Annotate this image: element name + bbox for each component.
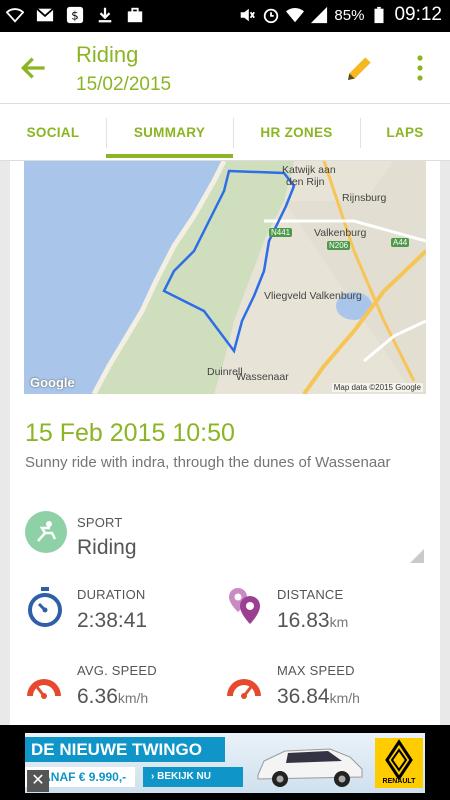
max-speed-number: 36.84: [277, 685, 330, 708]
svg-text:$: $: [71, 9, 78, 23]
activity-description: Sunny ride with indra, through the dunes…: [25, 454, 391, 471]
selected-tab-indicator: [106, 154, 233, 158]
map-place-label: Vliegveld Valkenburg: [264, 290, 362, 302]
avg-speed-label: AVG. SPEED: [77, 663, 157, 678]
tab-summary[interactable]: SUMMARY: [106, 104, 233, 161]
road-label: A44: [391, 238, 410, 247]
ad-cta-button[interactable]: › BEKIJK NU: [143, 767, 243, 787]
renault-logo: RENAULT: [375, 738, 423, 788]
edit-pencil-icon[interactable]: [344, 52, 376, 84]
max-speed-gauge-icon: [227, 679, 261, 699]
sport-icon: [25, 511, 67, 553]
battery-icon: [374, 6, 384, 24]
ad-close-button[interactable]: ✕: [27, 770, 49, 792]
max-speed-label: MAX SPEED: [277, 663, 355, 678]
map-place-label: Valkenburg: [314, 227, 367, 239]
status-bar: $ 85% 09:12: [0, 0, 450, 32]
ad-banner[interactable]: DE NIEUWE TWINGO VANAF € 9.990,- › BEKIJ…: [0, 725, 450, 800]
activity-datetime: 15 Feb 2015 10:50: [25, 419, 235, 447]
system-status: 85% 09:12: [238, 4, 442, 26]
tab-bar: SOCIAL SUMMARY HR ZONES LAPS: [0, 104, 450, 161]
clock: 09:12: [394, 4, 442, 25]
distance-number: 16.83: [277, 609, 330, 632]
map-place-label: Katwijk aan: [282, 164, 336, 176]
back-arrow-icon[interactable]: [18, 52, 50, 84]
road-label: N206: [327, 241, 351, 250]
avg-speed-value: 6.36km/h: [77, 685, 148, 709]
dollar-app-icon: $: [66, 6, 84, 24]
map-attribution: Map data ©2015 Google: [331, 383, 423, 392]
avg-speed-number: 6.36: [77, 685, 118, 708]
wifi-icon: [286, 7, 305, 23]
battery-percent: 85%: [334, 6, 365, 24]
notification-icons: $: [6, 6, 144, 24]
mute-icon: [241, 8, 256, 22]
tab-social[interactable]: SOCIAL: [0, 104, 106, 161]
road-label: N441: [269, 228, 293, 237]
max-speed-value: 36.84km/h: [277, 685, 360, 709]
ad-creative[interactable]: DE NIEUWE TWINGO VANAF € 9.990,- › BEKIJ…: [25, 733, 425, 793]
overflow-menu-icon[interactable]: [410, 52, 430, 84]
briefcase-icon: [127, 7, 143, 23]
stopwatch-icon: [28, 587, 62, 627]
wifi-question-icon: [6, 8, 24, 23]
page-subtitle: 15/02/2015: [76, 74, 172, 95]
duration-label: DURATION: [77, 587, 146, 602]
rider-icon: [37, 521, 57, 542]
duration-value: 2:38:41: [77, 609, 148, 632]
distance-label: DISTANCE: [277, 587, 344, 602]
route-map[interactable]: Katwijk aan den Rijn Rijnsburg Valkenbur…: [24, 161, 426, 394]
sport-value: Riding: [77, 536, 137, 559]
avg-speed-unit: km/h: [117, 690, 149, 706]
page-title: Riding: [76, 42, 139, 67]
signal-icon: [311, 6, 328, 24]
expand-corner-icon[interactable]: [410, 549, 424, 563]
summary-card: Katwijk aan den Rijn Rijnsburg Valkenbur…: [10, 161, 440, 728]
distance-unit: km: [329, 614, 349, 630]
app-bar: Riding 15/02/2015: [0, 32, 450, 104]
tab-laps[interactable]: LAPS: [360, 104, 450, 161]
download-icon: [98, 7, 112, 23]
distance-value: 16.83km: [277, 609, 348, 633]
distance-pins-icon: [229, 588, 260, 624]
max-speed-unit: km/h: [329, 690, 360, 706]
ad-headline: DE NIEUWE TWINGO: [25, 737, 225, 762]
map-place-label: Rijnsburg: [342, 192, 387, 204]
alarm-icon: [264, 8, 279, 24]
map-place-label: Duinrell: [207, 366, 243, 378]
renault-brand-text: RENAULT: [382, 778, 416, 785]
map-place-label: den Rijn: [286, 176, 325, 188]
gmail-icon: [36, 8, 54, 22]
google-logo: Google: [30, 375, 75, 390]
avg-speed-gauge-icon: [27, 679, 61, 699]
map-place-label: Wassenaar: [236, 371, 289, 383]
tab-hr-zones[interactable]: HR ZONES: [233, 104, 360, 161]
sport-label: SPORT: [77, 515, 123, 530]
car-image: [257, 748, 363, 787]
